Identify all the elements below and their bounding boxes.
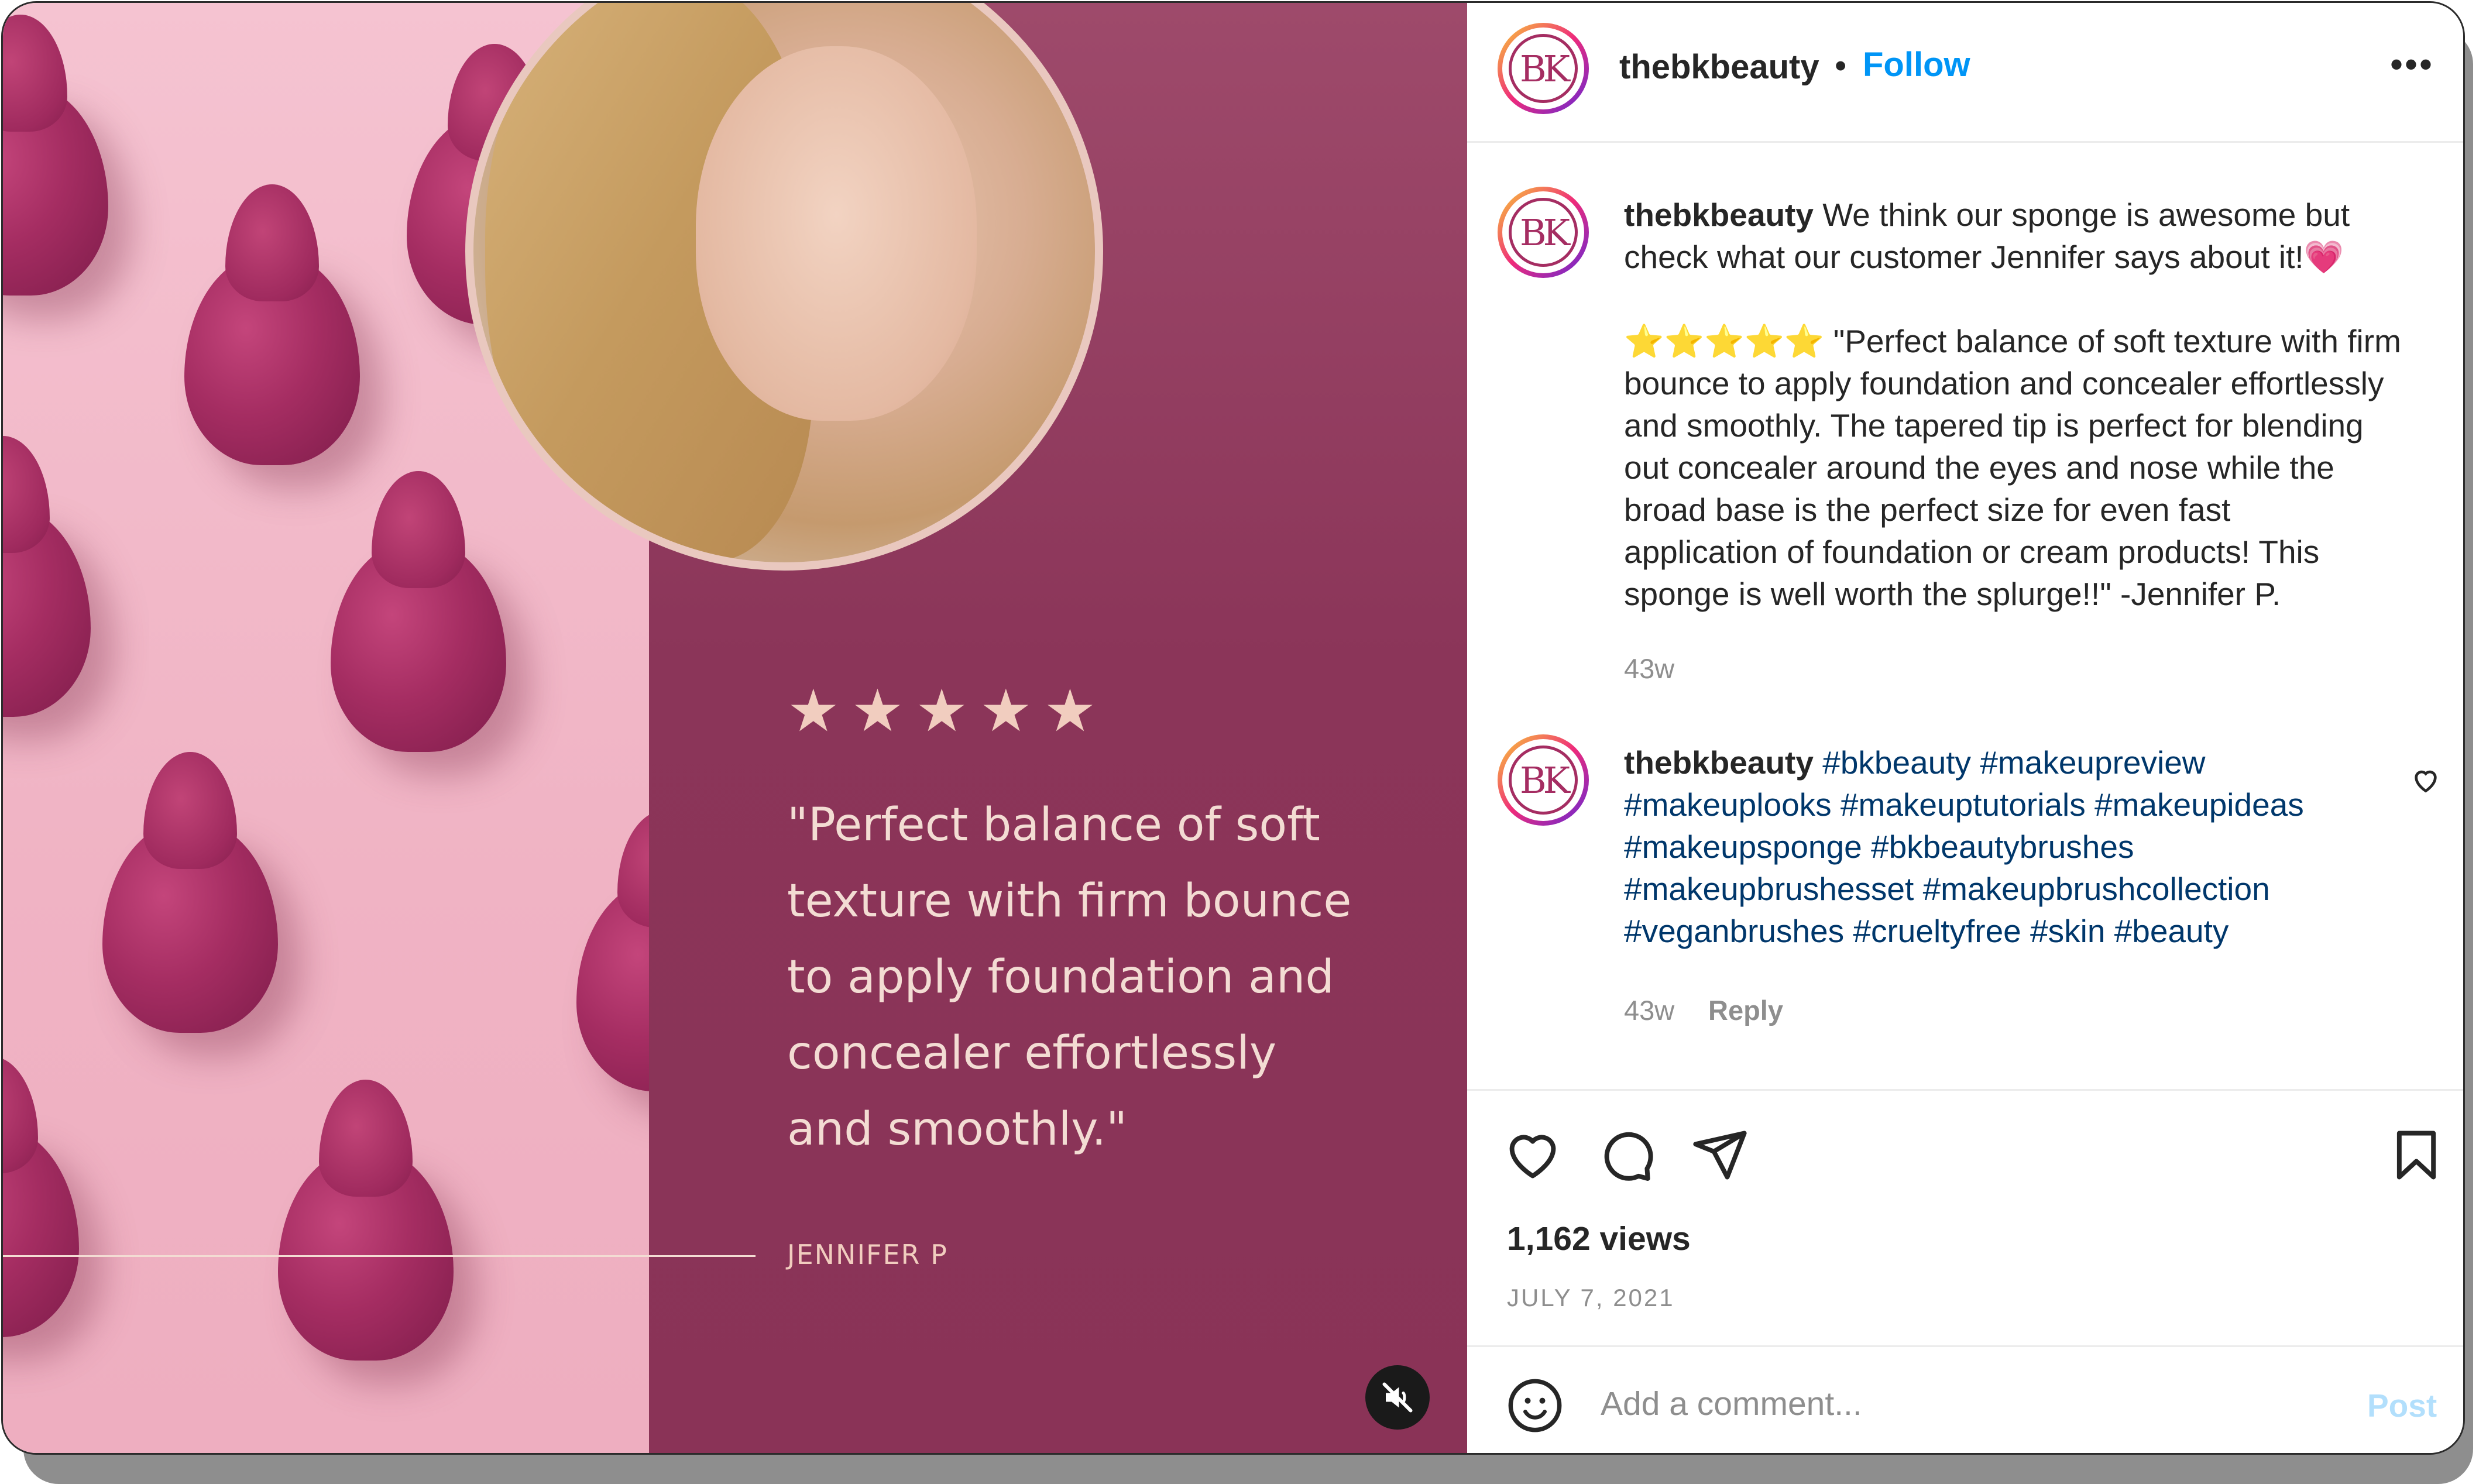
heart-icon[interactable] bbox=[1503, 1126, 1562, 1184]
post-sidebar: BK thebkbeauty • Follow ••• BK thebkbeau… bbox=[1467, 3, 2463, 1453]
comment-username[interactable]: thebkbeauty bbox=[1624, 744, 1814, 781]
sponge-image bbox=[576, 810, 649, 1091]
comment-avatar[interactable]: BK bbox=[1498, 734, 1589, 826]
quote-line: to apply foundation and bbox=[787, 951, 1334, 1004]
caption-line: application of foundation or cream produ… bbox=[1624, 534, 2320, 570]
views-count[interactable]: 1,162 views bbox=[1507, 1220, 1691, 1258]
caption-line: out concealer around the eyes and nose w… bbox=[1624, 449, 2334, 486]
quote-divider bbox=[3, 1255, 756, 1257]
post-modal: ★ ★ ★ ★ ★ "Perfect balance of soft textu… bbox=[1, 1, 2465, 1455]
caption-text: thebkbeauty We think our sponge is aweso… bbox=[1624, 194, 2443, 615]
sponge-image bbox=[331, 471, 506, 752]
more-options-button[interactable]: ••• bbox=[2386, 44, 2439, 85]
hashtag-line[interactable]: #makeupsponge #bkbeautybrushes bbox=[1624, 826, 2443, 868]
caption-line: and smoothly. The tapered tip is perfect… bbox=[1624, 407, 2364, 444]
caption-timestamp[interactable]: 43w bbox=[1624, 652, 1674, 685]
header-separator: • bbox=[1835, 47, 1847, 85]
sponge-image bbox=[3, 436, 91, 717]
star-icon: ★ bbox=[979, 676, 1032, 745]
sponge-image bbox=[102, 752, 278, 1033]
caption-username[interactable]: thebkbeauty bbox=[1624, 197, 1814, 233]
rating-stars: ★ ★ ★ ★ ★ bbox=[787, 682, 1096, 740]
caption-line: ⭐⭐⭐⭐⭐ "Perfect balance of soft texture w… bbox=[1624, 323, 2401, 359]
caption-line: We think our sponge is awesome but bbox=[1813, 197, 2350, 233]
star-icon: ★ bbox=[787, 676, 840, 745]
post-header: BK thebkbeauty • Follow ••• bbox=[1467, 3, 2463, 143]
caption-line: sponge is well worth the splurge!!" -Jen… bbox=[1624, 576, 2281, 612]
quote-line: concealer effortlessly bbox=[787, 1027, 1277, 1080]
hashtag-comment-text: thebkbeauty #bkbeauty #makeupreview #mak… bbox=[1624, 741, 2443, 952]
star-icon: ★ bbox=[1043, 676, 1097, 745]
caption-line: broad base is the perfect size for even … bbox=[1624, 492, 2231, 528]
comment-like-heart-icon[interactable] bbox=[2409, 764, 2442, 796]
header-username[interactable]: thebkbeauty bbox=[1619, 47, 1819, 87]
review-attribution: JENNIFER P bbox=[787, 1239, 948, 1270]
post-actions: 1,162 views JULY 7, 2021 bbox=[1467, 1089, 2463, 1348]
post-comment-button[interactable]: Post bbox=[2367, 1387, 2437, 1424]
quote-line: and smoothly." bbox=[787, 1103, 1128, 1156]
comment-input[interactable] bbox=[1599, 1374, 2304, 1434]
follow-button[interactable]: Follow bbox=[1863, 45, 1970, 84]
review-quote: "Perfect balance of soft texture with fi… bbox=[787, 787, 1372, 1167]
star-icon: ★ bbox=[915, 676, 968, 745]
hashtag-line[interactable]: #veganbrushes #crueltyfree #skin #beauty bbox=[1624, 910, 2443, 952]
portrait-face bbox=[696, 46, 977, 421]
reply-button[interactable]: Reply bbox=[1708, 994, 1783, 1026]
comments-list: BK thebkbeauty We think our sponge is aw… bbox=[1467, 143, 2463, 1080]
share-icon[interactable] bbox=[1691, 1126, 1749, 1184]
caption-line: check what our customer Jennifer says ab… bbox=[1624, 239, 2344, 275]
bookmark-icon[interactable] bbox=[2387, 1126, 2446, 1184]
bk-logo: BK bbox=[1509, 198, 1578, 267]
caption-line: bounce to apply foundation and concealer… bbox=[1624, 365, 2384, 401]
star-icon: ★ bbox=[851, 676, 904, 745]
mute-button[interactable] bbox=[1365, 1365, 1430, 1430]
comment-icon[interactable] bbox=[1597, 1126, 1656, 1184]
quote-line: texture with firm bounce bbox=[787, 875, 1352, 928]
hashtag-line[interactable]: #makeuplooks #makeuptutorials #makeupide… bbox=[1624, 784, 2443, 826]
sponge-image bbox=[3, 1056, 79, 1337]
bk-logo: BK bbox=[1509, 34, 1578, 103]
add-comment-bar: Post bbox=[1467, 1345, 2463, 1453]
muted-speaker-icon bbox=[1382, 1382, 1413, 1413]
hashtag-line[interactable]: #makeupbrushesset #makeupbrushcollection bbox=[1624, 868, 2443, 910]
post-date: JULY 7, 2021 bbox=[1507, 1284, 1675, 1311]
caption-avatar[interactable]: BK bbox=[1498, 187, 1589, 278]
emoji-icon[interactable] bbox=[1506, 1376, 1564, 1435]
caption-line bbox=[1624, 278, 2443, 320]
bk-logo: BK bbox=[1509, 746, 1578, 815]
sponge-image bbox=[184, 184, 360, 465]
quote-line: "Perfect balance of soft bbox=[787, 799, 1320, 851]
comment-timestamp[interactable]: 43w bbox=[1624, 994, 1674, 1026]
hashtag-line[interactable]: #bkbeauty #makeupreview bbox=[1814, 744, 2205, 781]
post-media-video[interactable]: ★ ★ ★ ★ ★ "Perfect balance of soft textu… bbox=[3, 3, 1467, 1453]
sponge-image bbox=[3, 15, 108, 296]
profile-avatar[interactable]: BK bbox=[1498, 23, 1589, 114]
